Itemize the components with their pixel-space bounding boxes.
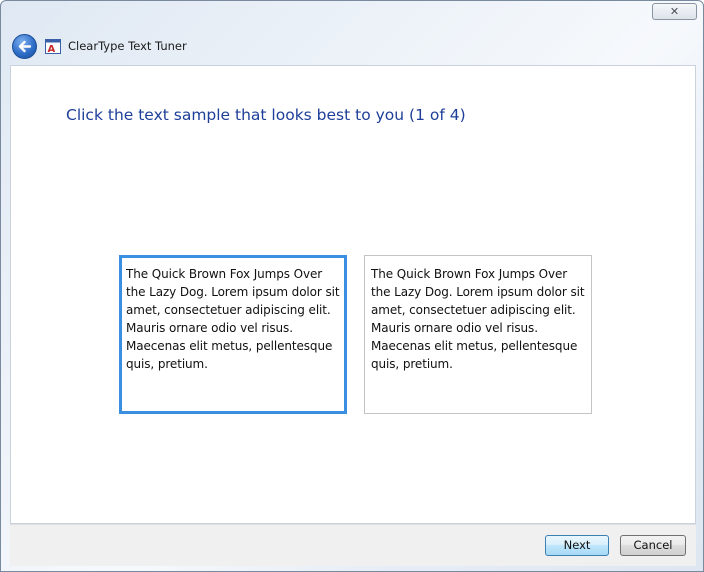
close-icon: ✕ <box>669 5 680 18</box>
svg-text:A: A <box>48 44 56 54</box>
page-instruction: Click the text sample that looks best to… <box>66 106 466 124</box>
sample-2-text: The Quick Brown Fox Jumps Over the Lazy … <box>371 267 585 371</box>
text-sample-1[interactable]: The Quick Brown Fox Jumps Over the Lazy … <box>119 255 347 414</box>
back-button[interactable] <box>12 34 37 59</box>
sample-1-text: The Quick Brown Fox Jumps Over the Lazy … <box>126 267 340 371</box>
cleartype-app-icon: A <box>45 39 61 54</box>
content-pane: Click the text sample that looks best to… <box>10 65 696 524</box>
cancel-button[interactable]: Cancel <box>620 535 686 556</box>
footer-bar: Next Cancel <box>10 524 696 566</box>
next-button[interactable]: Next <box>545 535 609 556</box>
cleartype-tuner-window: ✕ A ClearType Text Tuner Click the text … <box>0 0 704 572</box>
back-arrow-icon <box>18 40 32 53</box>
close-button[interactable]: ✕ <box>652 3 697 20</box>
window-title: ClearType Text Tuner <box>68 39 187 53</box>
text-sample-2[interactable]: The Quick Brown Fox Jumps Over the Lazy … <box>364 255 592 414</box>
